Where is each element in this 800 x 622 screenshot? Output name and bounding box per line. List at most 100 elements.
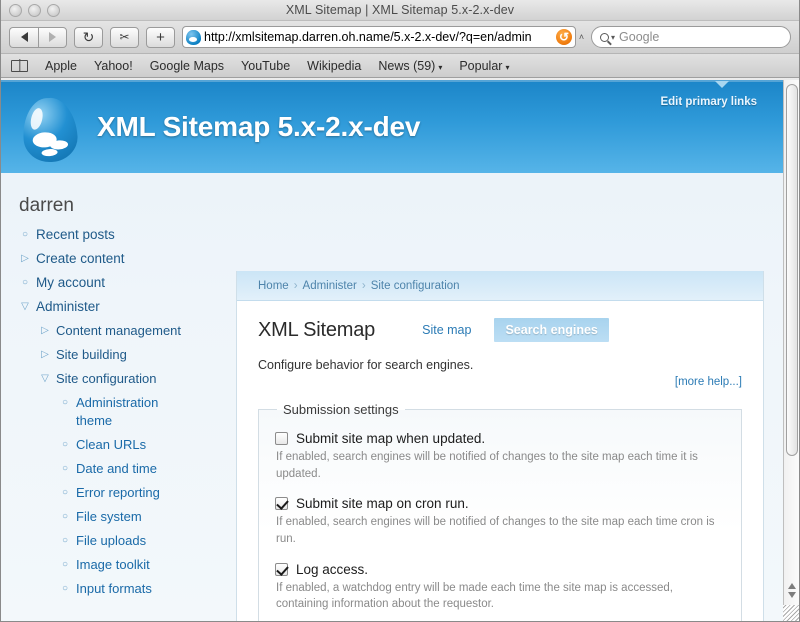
title-row: XML Sitemap Site map Search engines [258, 318, 742, 342]
bookmark-google-maps[interactable]: Google Maps [150, 59, 224, 73]
page-viewport: XML Sitemap 5.x-2.x-dev Edit primary lin… [1, 80, 799, 621]
sidebar-item-label[interactable]: Error reporting [76, 484, 160, 502]
sidebar-item-my-account[interactable]: ○ My account [19, 274, 222, 292]
bookmark-news[interactable]: News (59) ▾ [378, 59, 442, 73]
breadcrumb-separator-icon: › [361, 279, 366, 292]
collapse-triangle-icon[interactable]: ▽ [19, 298, 31, 316]
maximize-button[interactable] [47, 4, 60, 17]
bullet-icon: ○ [61, 397, 69, 408]
bullet-icon: ○ [61, 583, 69, 594]
sidebar-item-site-configuration[interactable]: ▽ Site configuration [19, 370, 222, 388]
bookmark-yahoo[interactable]: Yahoo! [94, 59, 133, 73]
edit-primary-links[interactable]: Edit primary links [660, 96, 757, 108]
expand-triangle-icon[interactable]: ▷ [39, 346, 51, 364]
breadcrumb-site-configuration[interactable]: Site configuration [371, 280, 460, 292]
browser-window: XML Sitemap | XML Sitemap 5.x-2.x-dev ↻ … [0, 0, 800, 622]
drupal-page: XML Sitemap 5.x-2.x-dev Edit primary lin… [1, 80, 785, 621]
more-help-link[interactable]: [more help...] [675, 376, 742, 388]
sidebar-item-file-uploads[interactable]: ○ File uploads [19, 532, 222, 550]
minimize-button[interactable] [28, 4, 41, 17]
sidebar-item-label[interactable]: Site configuration [56, 370, 156, 388]
sidebar-item-create-content[interactable]: ▷ Create content [19, 250, 222, 268]
bookmark-wikipedia[interactable]: Wikipedia [307, 59, 361, 73]
sidebar-item-label[interactable]: Input formats [76, 580, 152, 598]
bookmark-apple[interactable]: Apple [45, 59, 77, 73]
scrollbar-arrows[interactable] [784, 575, 799, 605]
checkbox-description: If enabled, search engines will be notif… [276, 451, 698, 480]
scrollbar-thumb[interactable] [786, 84, 798, 456]
sidebar-item-label[interactable]: Content management [56, 322, 181, 340]
address-bar[interactable]: http://xmlsitemap.darren.oh.name/5.x-2.x… [182, 26, 576, 48]
sidebar-item-file-system[interactable]: ○ File system [19, 508, 222, 526]
sidebar-item-label[interactable]: File uploads [76, 532, 146, 550]
expand-triangle-icon[interactable]: ▷ [19, 250, 31, 268]
snip-button[interactable]: ✂ [110, 26, 139, 48]
checkbox-row[interactable]: Log access. [275, 562, 725, 577]
checkbox-submit-on-cron[interactable] [275, 497, 288, 511]
sidebar-item-recent-posts[interactable]: ○ Recent posts [19, 226, 222, 244]
forward-button[interactable] [38, 26, 67, 48]
sidebar-item-label[interactable]: Clean URLs [76, 436, 146, 454]
tab-site-map[interactable]: Site map [411, 318, 482, 342]
bookmark-youtube[interactable]: YouTube [241, 59, 290, 73]
sidebar-item-site-building[interactable]: ▷ Site building [19, 346, 222, 364]
sidebar-item-label[interactable]: My account [36, 274, 105, 292]
tab-search-engines[interactable]: Search engines [494, 318, 609, 342]
collapse-triangle-icon[interactable]: ▽ [39, 370, 51, 388]
sidebar-item-label[interactable]: File system [76, 508, 142, 526]
search-icon [600, 32, 609, 42]
drupal-droplet-logo-icon[interactable] [20, 96, 80, 164]
breadcrumb-home[interactable]: Home [258, 280, 289, 292]
field-log-access: Log access. If enabled, a watchdog entry… [275, 562, 725, 613]
window-title: XML Sitemap | XML Sitemap 5.x-2.x-dev [285, 3, 515, 17]
sidebar-item-label[interactable]: Create content [36, 250, 125, 268]
checkbox-row[interactable]: Submit site map on cron run. [275, 496, 725, 511]
sidebar-item-date-and-time[interactable]: ○ Date and time [19, 460, 222, 478]
vertical-scrollbar[interactable] [783, 80, 799, 621]
sidebar-item-error-reporting[interactable]: ○ Error reporting [19, 484, 222, 502]
close-button[interactable] [9, 4, 22, 17]
scroll-down-icon[interactable] [787, 591, 796, 598]
drupal-favicon-icon [186, 29, 201, 45]
fieldset-legend: Submission settings [283, 402, 399, 417]
search-input[interactable]: ▾ Google [591, 26, 791, 48]
bookmarks-book-icon[interactable] [11, 59, 28, 72]
bullet-icon: ○ [21, 229, 29, 240]
bullet-icon: ○ [61, 463, 69, 474]
chevron-down-icon: ▾ [505, 62, 510, 72]
sidebar-item-label[interactable]: Date and time [76, 460, 157, 478]
page-description: Configure behavior for search engines. [258, 358, 474, 372]
back-arrow-icon [20, 32, 28, 42]
sidebar-item-label[interactable]: Recent posts [36, 226, 115, 244]
sidebar-item-label[interactable]: Administration theme [76, 394, 172, 430]
scroll-up-icon[interactable] [787, 582, 796, 589]
reload-button[interactable]: ↻ [74, 26, 103, 48]
sidebar-item-image-toolkit[interactable]: ○ Image toolkit [19, 556, 222, 574]
breadcrumb-administer[interactable]: Administer [303, 280, 357, 292]
checkbox-row[interactable]: Submit site map when updated. [275, 431, 725, 446]
sidebar-item-input-formats[interactable]: ○ Input formats [19, 580, 222, 598]
sidebar: darren ○ Recent posts ▷ Create content ○ My… [1, 173, 236, 604]
back-button[interactable] [9, 26, 38, 48]
sidebar-item-clean-urls[interactable]: ○ Clean URLs [19, 436, 222, 454]
sidebar-item-label[interactable]: Administer [36, 298, 100, 316]
bullet-icon: ○ [61, 559, 69, 570]
checkbox-description: If enabled, search engines will be notif… [276, 516, 715, 546]
checkbox-log-access[interactable] [275, 562, 288, 576]
sidebar-item-label[interactable]: Site building [56, 346, 127, 364]
sidebar-item-label[interactable]: Image toolkit [76, 556, 150, 574]
expand-triangle-icon[interactable]: ▷ [39, 322, 51, 340]
breadcrumb-separator-icon: › [293, 279, 298, 292]
sidebar-item-administer[interactable]: ▽ Administer [19, 298, 222, 316]
bookmark-popular[interactable]: Popular ▾ [459, 59, 509, 73]
checkbox-submit-when-updated[interactable] [275, 432, 288, 445]
bullet-icon: ○ [61, 511, 69, 522]
search-dropdown-caret-icon[interactable]: ▾ [611, 33, 615, 42]
sidebar-item-administration-theme[interactable]: ○ Administration theme [19, 394, 222, 430]
url-dropdown-caret-icon[interactable]: ˄ [576, 32, 587, 42]
nav-button-group [9, 26, 67, 48]
sidebar-item-content-management[interactable]: ▷ Content management [19, 322, 222, 340]
url-reload-icon[interactable]: ↺ [556, 29, 572, 45]
new-tab-button[interactable]: + [146, 26, 175, 48]
resize-grip[interactable] [783, 605, 799, 621]
